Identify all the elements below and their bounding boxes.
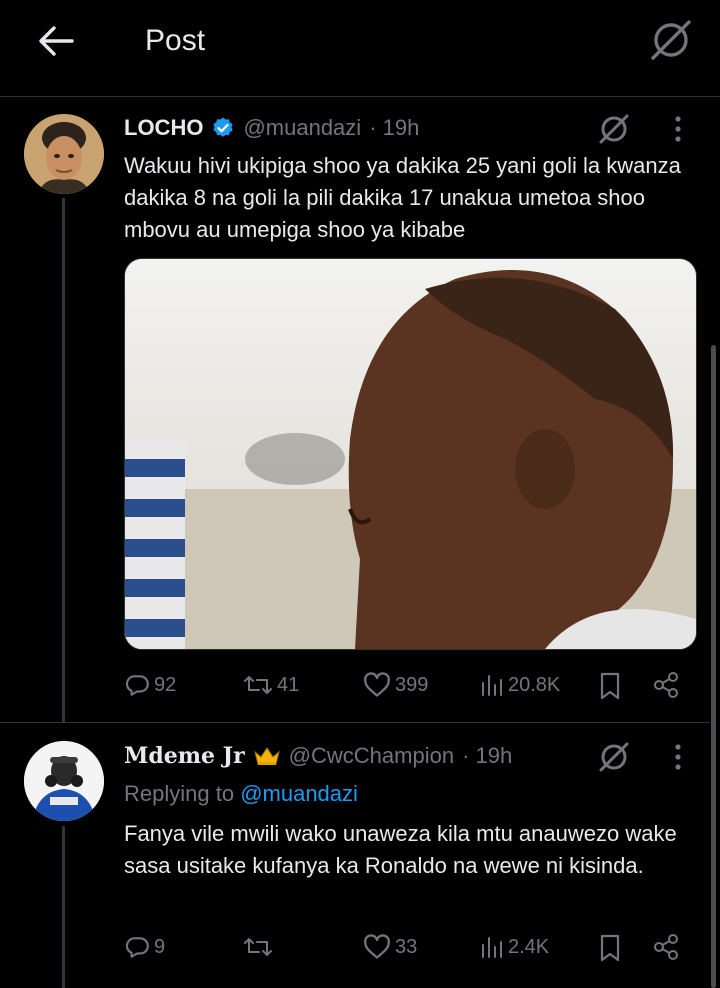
replying-to-label: Replying to <box>124 781 241 806</box>
page-title: Post <box>145 24 206 57</box>
avatar[interactable] <box>24 741 104 821</box>
view-count: 20.8K <box>508 673 561 696</box>
views-button[interactable]: 2.4K <box>480 934 549 960</box>
reply-icon <box>125 937 149 958</box>
repost-count: 41 <box>277 673 300 696</box>
more-icon <box>675 116 681 142</box>
reply-header: Mdeme Jr @CwcChampion · 19h <box>124 743 512 769</box>
timestamp[interactable]: · 19h <box>369 115 419 141</box>
divider <box>0 722 710 723</box>
back-arrow-icon <box>39 26 74 56</box>
reply-button[interactable]: 92 <box>124 672 176 698</box>
repost-icon <box>244 676 272 694</box>
grok-icon <box>599 114 629 144</box>
author-handle[interactable]: @muandazi <box>243 115 361 141</box>
back-button[interactable] <box>34 22 78 60</box>
replying-to-link[interactable]: @muandazi <box>240 781 358 806</box>
like-icon <box>364 934 390 959</box>
bookmark-button[interactable] <box>598 934 622 967</box>
grok-button[interactable] <box>596 111 632 152</box>
avatar-image <box>24 114 104 194</box>
author-handle[interactable]: @CwcChampion <box>289 743 454 769</box>
like-icon <box>364 672 390 697</box>
avatar[interactable] <box>24 114 104 194</box>
reply-button[interactable]: 9 <box>124 934 165 960</box>
repost-button[interactable]: 41 <box>243 672 299 698</box>
repost-button[interactable] <box>243 934 277 960</box>
top-bar: Post <box>0 0 720 97</box>
reply-count: 92 <box>154 673 177 696</box>
bookmark-button[interactable] <box>598 672 622 705</box>
grok-button[interactable] <box>648 17 694 63</box>
views-icon <box>482 675 502 696</box>
bookmark-icon <box>600 934 620 962</box>
replying-to: Replying to @muandazi <box>124 781 358 807</box>
like-button[interactable]: 33 <box>363 934 417 960</box>
reply-count: 9 <box>154 935 166 958</box>
tweet-text: Wakuu hivi ukipiga shoo ya dakika 25 yan… <box>124 153 681 242</box>
share-icon <box>654 672 678 698</box>
tweet-media[interactable] <box>124 258 697 650</box>
reply-icon <box>125 675 149 696</box>
like-count: 399 <box>395 673 429 696</box>
media-image <box>125 259 696 649</box>
more-icon <box>675 744 681 770</box>
more-button[interactable] <box>666 114 690 149</box>
like-count: 33 <box>395 935 418 958</box>
verified-badge-icon <box>213 117 234 137</box>
share-button[interactable] <box>652 671 680 704</box>
author-name[interactable]: Mdeme Jr <box>124 743 245 769</box>
reply-text: Fanya vile mwili wako unaweza kila mtu a… <box>124 821 677 878</box>
thread-line <box>62 198 65 723</box>
author-name[interactable]: LOCHO <box>124 115 203 141</box>
grok-icon <box>651 20 691 60</box>
views-icon <box>482 937 502 958</box>
timestamp[interactable]: · 19h <box>462 743 512 769</box>
share-button[interactable] <box>652 933 680 966</box>
bookmark-icon <box>600 672 620 700</box>
grok-icon <box>599 742 629 772</box>
views-button[interactable]: 20.8K <box>480 672 560 698</box>
view-count: 2.4K <box>508 935 550 958</box>
share-icon <box>654 934 678 960</box>
more-button[interactable] <box>666 742 690 777</box>
tweet-header: LOCHO @muandazi · 19h <box>124 115 419 141</box>
thread-line <box>62 826 65 988</box>
like-button[interactable]: 399 <box>363 672 428 698</box>
avatar-image <box>24 741 104 821</box>
crown-icon <box>253 747 280 765</box>
repost-icon <box>244 938 272 956</box>
scrollbar[interactable] <box>711 345 716 988</box>
grok-button[interactable] <box>596 739 632 780</box>
